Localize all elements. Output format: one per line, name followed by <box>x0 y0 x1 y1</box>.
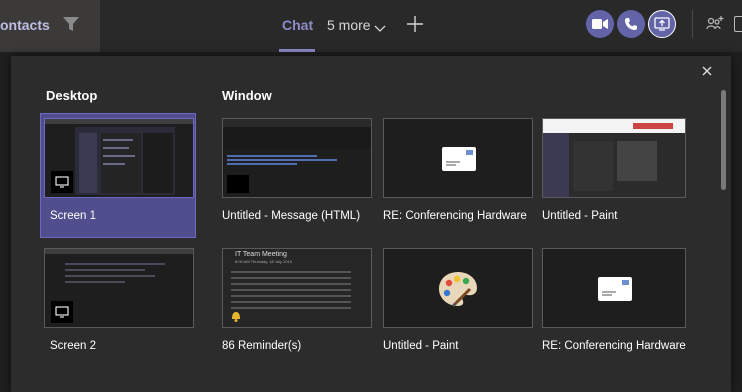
desktop-heading: Desktop <box>46 88 98 103</box>
mail-icon <box>598 277 632 301</box>
reminders-thumbnail: IT Team Meeting 8:00 AM Thursday, 18 Jul… <box>223 249 371 327</box>
window-label: 86 Reminder(s) <box>222 340 302 352</box>
audio-call-button[interactable] <box>617 10 645 38</box>
audio-call-icon <box>625 18 637 30</box>
screen-1-label: Screen 1 <box>50 210 97 222</box>
desktop-screen-2[interactable] <box>44 248 194 328</box>
tab-contacts[interactable]: ontacts <box>0 0 100 52</box>
window-untitled-paint-2[interactable] <box>383 248 533 328</box>
chevron-down-icon[interactable] <box>374 20 386 32</box>
share-screen-icon <box>654 17 670 31</box>
close-icon[interactable] <box>698 62 716 80</box>
share-screen-button[interactable] <box>648 10 676 38</box>
video-call-button[interactable] <box>586 10 614 38</box>
monitor-icon <box>51 171 73 193</box>
add-people-icon[interactable] <box>705 14 725 34</box>
popout-icon[interactable] <box>734 16 742 32</box>
tab-contacts-label: ontacts <box>0 17 50 33</box>
monitor-icon <box>51 301 73 323</box>
window-label: RE: Conferencing Hardware <box>383 210 527 222</box>
toolbar-divider <box>692 10 693 38</box>
tab-chat-indicator <box>279 49 315 52</box>
screen-2-label: Screen 2 <box>50 340 97 352</box>
window-label: Untitled - Paint <box>542 210 618 222</box>
bell-icon <box>229 309 243 327</box>
window-re-conferencing-2[interactable] <box>542 248 686 328</box>
paint-thumbnail <box>543 119 685 197</box>
window-heading: Window <box>222 88 272 103</box>
window-untitled-message[interactable] <box>222 118 372 198</box>
window-re-conferencing-1[interactable] <box>383 118 533 198</box>
scrollbar[interactable] <box>721 90 726 190</box>
video-call-icon <box>592 19 608 29</box>
tab-chat[interactable]: Chat <box>282 17 313 33</box>
mail-icon <box>442 147 476 171</box>
filter-icon[interactable] <box>62 15 80 33</box>
screen-1-preview <box>44 118 194 198</box>
reminder-subtitle: 8:00 AM Thursday, 18 July 2019 <box>235 259 292 264</box>
top-bar: ontacts Chat 5 more <box>0 0 742 52</box>
window-label: RE: Conferencing Hardware <box>542 340 686 352</box>
window-untitled-paint-1[interactable] <box>542 118 686 198</box>
tab-more[interactable]: 5 more <box>327 17 371 33</box>
message-thumbnail <box>223 119 371 197</box>
window-label: Untitled - Message (HTML) <box>222 210 361 222</box>
add-tab-button[interactable] <box>406 15 424 33</box>
reminder-title: IT Team Meeting <box>235 251 287 258</box>
paint-palette-icon <box>436 269 480 314</box>
window-label: Untitled - Paint <box>383 340 459 352</box>
window-reminders[interactable]: IT Team Meeting 8:00 AM Thursday, 18 Jul… <box>222 248 372 328</box>
